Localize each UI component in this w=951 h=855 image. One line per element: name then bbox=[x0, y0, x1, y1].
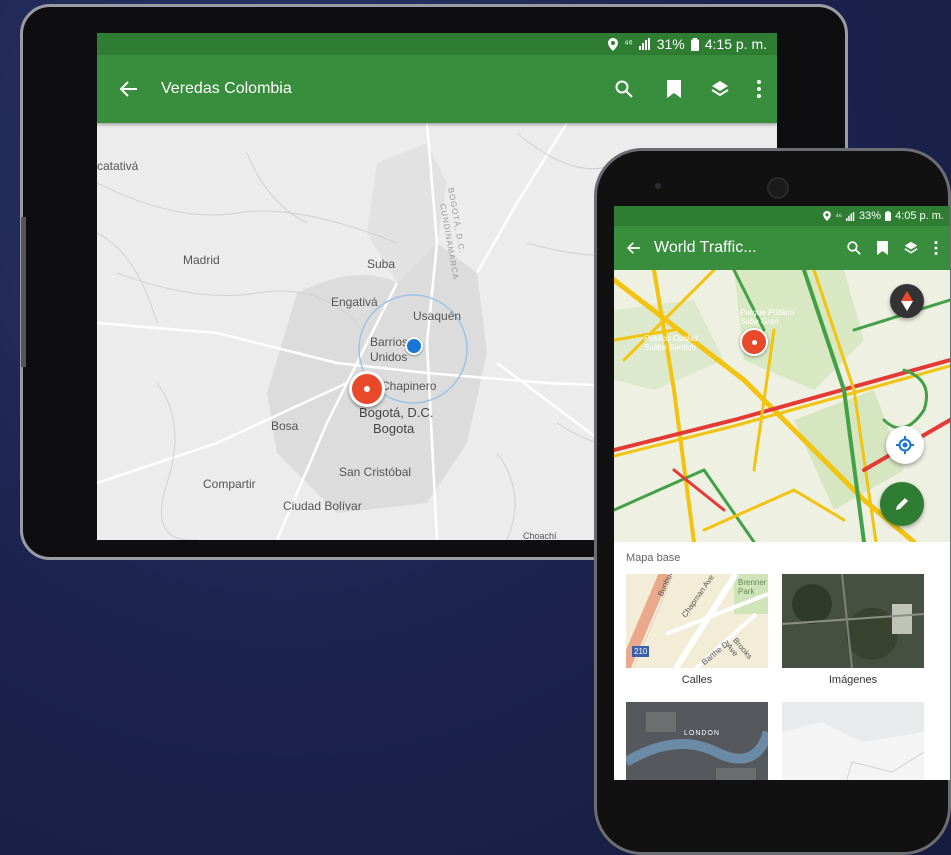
pin-dot-icon bbox=[364, 386, 370, 392]
traffic-pin-marker[interactable] bbox=[740, 328, 768, 356]
status-time: 4:05 p. m. bbox=[895, 210, 944, 222]
tablet-app-bar: Veredas Colombia bbox=[97, 55, 777, 123]
map-label-madrid: Madrid bbox=[183, 253, 220, 267]
map-label-san-cristobal: San Cristóbal bbox=[339, 465, 412, 479]
phone-sensor bbox=[655, 183, 661, 189]
layers-button[interactable] bbox=[904, 241, 918, 255]
more-vert-icon bbox=[757, 80, 761, 98]
map-label-park2: Público Ciudad Salitre Sentido bbox=[644, 334, 698, 352]
search-icon bbox=[847, 241, 861, 255]
battery-percent: 33% bbox=[859, 210, 882, 222]
map-label-bogota-dc: Bogotá, D.C. bbox=[359, 405, 434, 420]
layers-icon bbox=[711, 81, 729, 97]
search-button[interactable] bbox=[847, 241, 861, 255]
app-title: Veredas Colombia bbox=[161, 80, 292, 97]
layers-button[interactable] bbox=[711, 80, 729, 98]
battery-icon bbox=[885, 211, 892, 221]
street-label-3: Brenner Park bbox=[738, 578, 767, 596]
status-time: 4:15 p. m. bbox=[704, 36, 767, 52]
map-label-barrios-unidos: Barrios Unidos bbox=[370, 335, 409, 364]
imagery-thumbnail bbox=[782, 574, 924, 668]
more-options-button[interactable] bbox=[934, 241, 938, 255]
bookmark-icon bbox=[877, 241, 888, 255]
phone-camera bbox=[767, 177, 789, 199]
phone-device: ⁴⁶ 33% 4:05 p. m. World Traffic... Parqu… bbox=[594, 148, 951, 855]
tablet-status-bar: ⁴⁶ 31% 4:15 p. m. bbox=[97, 33, 777, 55]
back-button[interactable] bbox=[614, 242, 654, 254]
more-options-button[interactable] bbox=[757, 80, 761, 98]
gps-fixed-icon bbox=[896, 436, 914, 454]
phone-app-bar: World Traffic... bbox=[614, 226, 950, 270]
light-gray-thumbnail bbox=[782, 702, 924, 780]
map-label-bosa: Bosa bbox=[271, 419, 299, 433]
location-status-icon bbox=[608, 37, 619, 51]
layers-icon bbox=[904, 241, 918, 254]
map-label-choachi: Choachí bbox=[523, 531, 557, 540]
basemap-option-4[interactable] bbox=[782, 702, 924, 780]
tablet-side-button bbox=[21, 217, 26, 367]
signal-icon bbox=[638, 38, 651, 50]
basemap-title: Mapa base bbox=[626, 552, 681, 564]
map-pin-marker[interactable] bbox=[349, 371, 385, 407]
arrow-left-icon bbox=[627, 242, 640, 254]
network-indicator: ⁴⁶ bbox=[624, 38, 633, 50]
edit-fab[interactable] bbox=[880, 482, 924, 526]
map-label-park1: Parque Público Suba Gran bbox=[740, 308, 795, 326]
current-location-dot bbox=[405, 337, 423, 355]
pencil-icon bbox=[896, 498, 908, 510]
traffic-map[interactable]: Parque Público Suba Gran Público Ciudad … bbox=[614, 270, 950, 542]
app-title: World Traffic... bbox=[654, 239, 757, 256]
my-location-button[interactable] bbox=[886, 426, 924, 464]
back-button[interactable] bbox=[97, 81, 161, 97]
streets-thumbnail: Bunbury Ave Chapman Ave Brenner Park Bar… bbox=[626, 574, 768, 668]
map-label-chapinero: Chapinero bbox=[381, 379, 437, 393]
signal-icon bbox=[846, 211, 855, 221]
battery-icon bbox=[690, 37, 699, 51]
map-label-facatativa: catativá bbox=[97, 159, 139, 173]
bookmark-button[interactable] bbox=[667, 80, 681, 98]
arrow-left-icon bbox=[120, 81, 137, 97]
phone-status-bar: ⁴⁶ 33% 4:05 p. m. bbox=[614, 206, 950, 226]
map-label-usaquen: Usaquén bbox=[413, 309, 462, 323]
compass-button[interactable] bbox=[890, 284, 924, 318]
pin-dot-icon bbox=[751, 339, 757, 345]
location-status-icon bbox=[823, 211, 832, 221]
bookmark-icon bbox=[667, 80, 681, 98]
basemap-option-calles[interactable]: Bunbury Ave Chapman Ave Brenner Park Bar… bbox=[626, 574, 768, 694]
map-label-ciudad-bolivar: Ciudad Bolívar bbox=[283, 499, 362, 513]
basemap-option-imagenes[interactable]: Imágenes bbox=[782, 574, 924, 694]
compass-icon bbox=[901, 291, 913, 311]
search-button[interactable] bbox=[615, 80, 633, 98]
basemap-label: Imágenes bbox=[828, 674, 878, 686]
city-label: LONDON bbox=[684, 730, 720, 737]
map-label-suba: Suba bbox=[367, 257, 396, 271]
search-icon bbox=[615, 80, 633, 98]
network-indicator: ⁴⁶ bbox=[835, 211, 843, 221]
more-vert-icon bbox=[934, 241, 938, 255]
map-label-engativa: Engativá bbox=[331, 295, 378, 309]
basemap-label: Calles bbox=[681, 674, 713, 686]
imagery-labels-thumbnail: LONDON bbox=[626, 702, 768, 780]
battery-percent: 31% bbox=[656, 36, 685, 52]
basemap-panel: Mapa base Bunbury Ave Chapman Ave Brenne… bbox=[614, 542, 950, 780]
basemap-option-3[interactable]: LONDON bbox=[626, 702, 768, 780]
map-label-compartir: Compartir bbox=[203, 477, 256, 491]
map-label-bogota: Bogota bbox=[373, 421, 415, 436]
bookmark-button[interactable] bbox=[877, 241, 888, 255]
highway-shield-icon: 210 bbox=[632, 646, 650, 657]
phone-screen: ⁴⁶ 33% 4:05 p. m. World Traffic... Parqu… bbox=[614, 206, 950, 780]
